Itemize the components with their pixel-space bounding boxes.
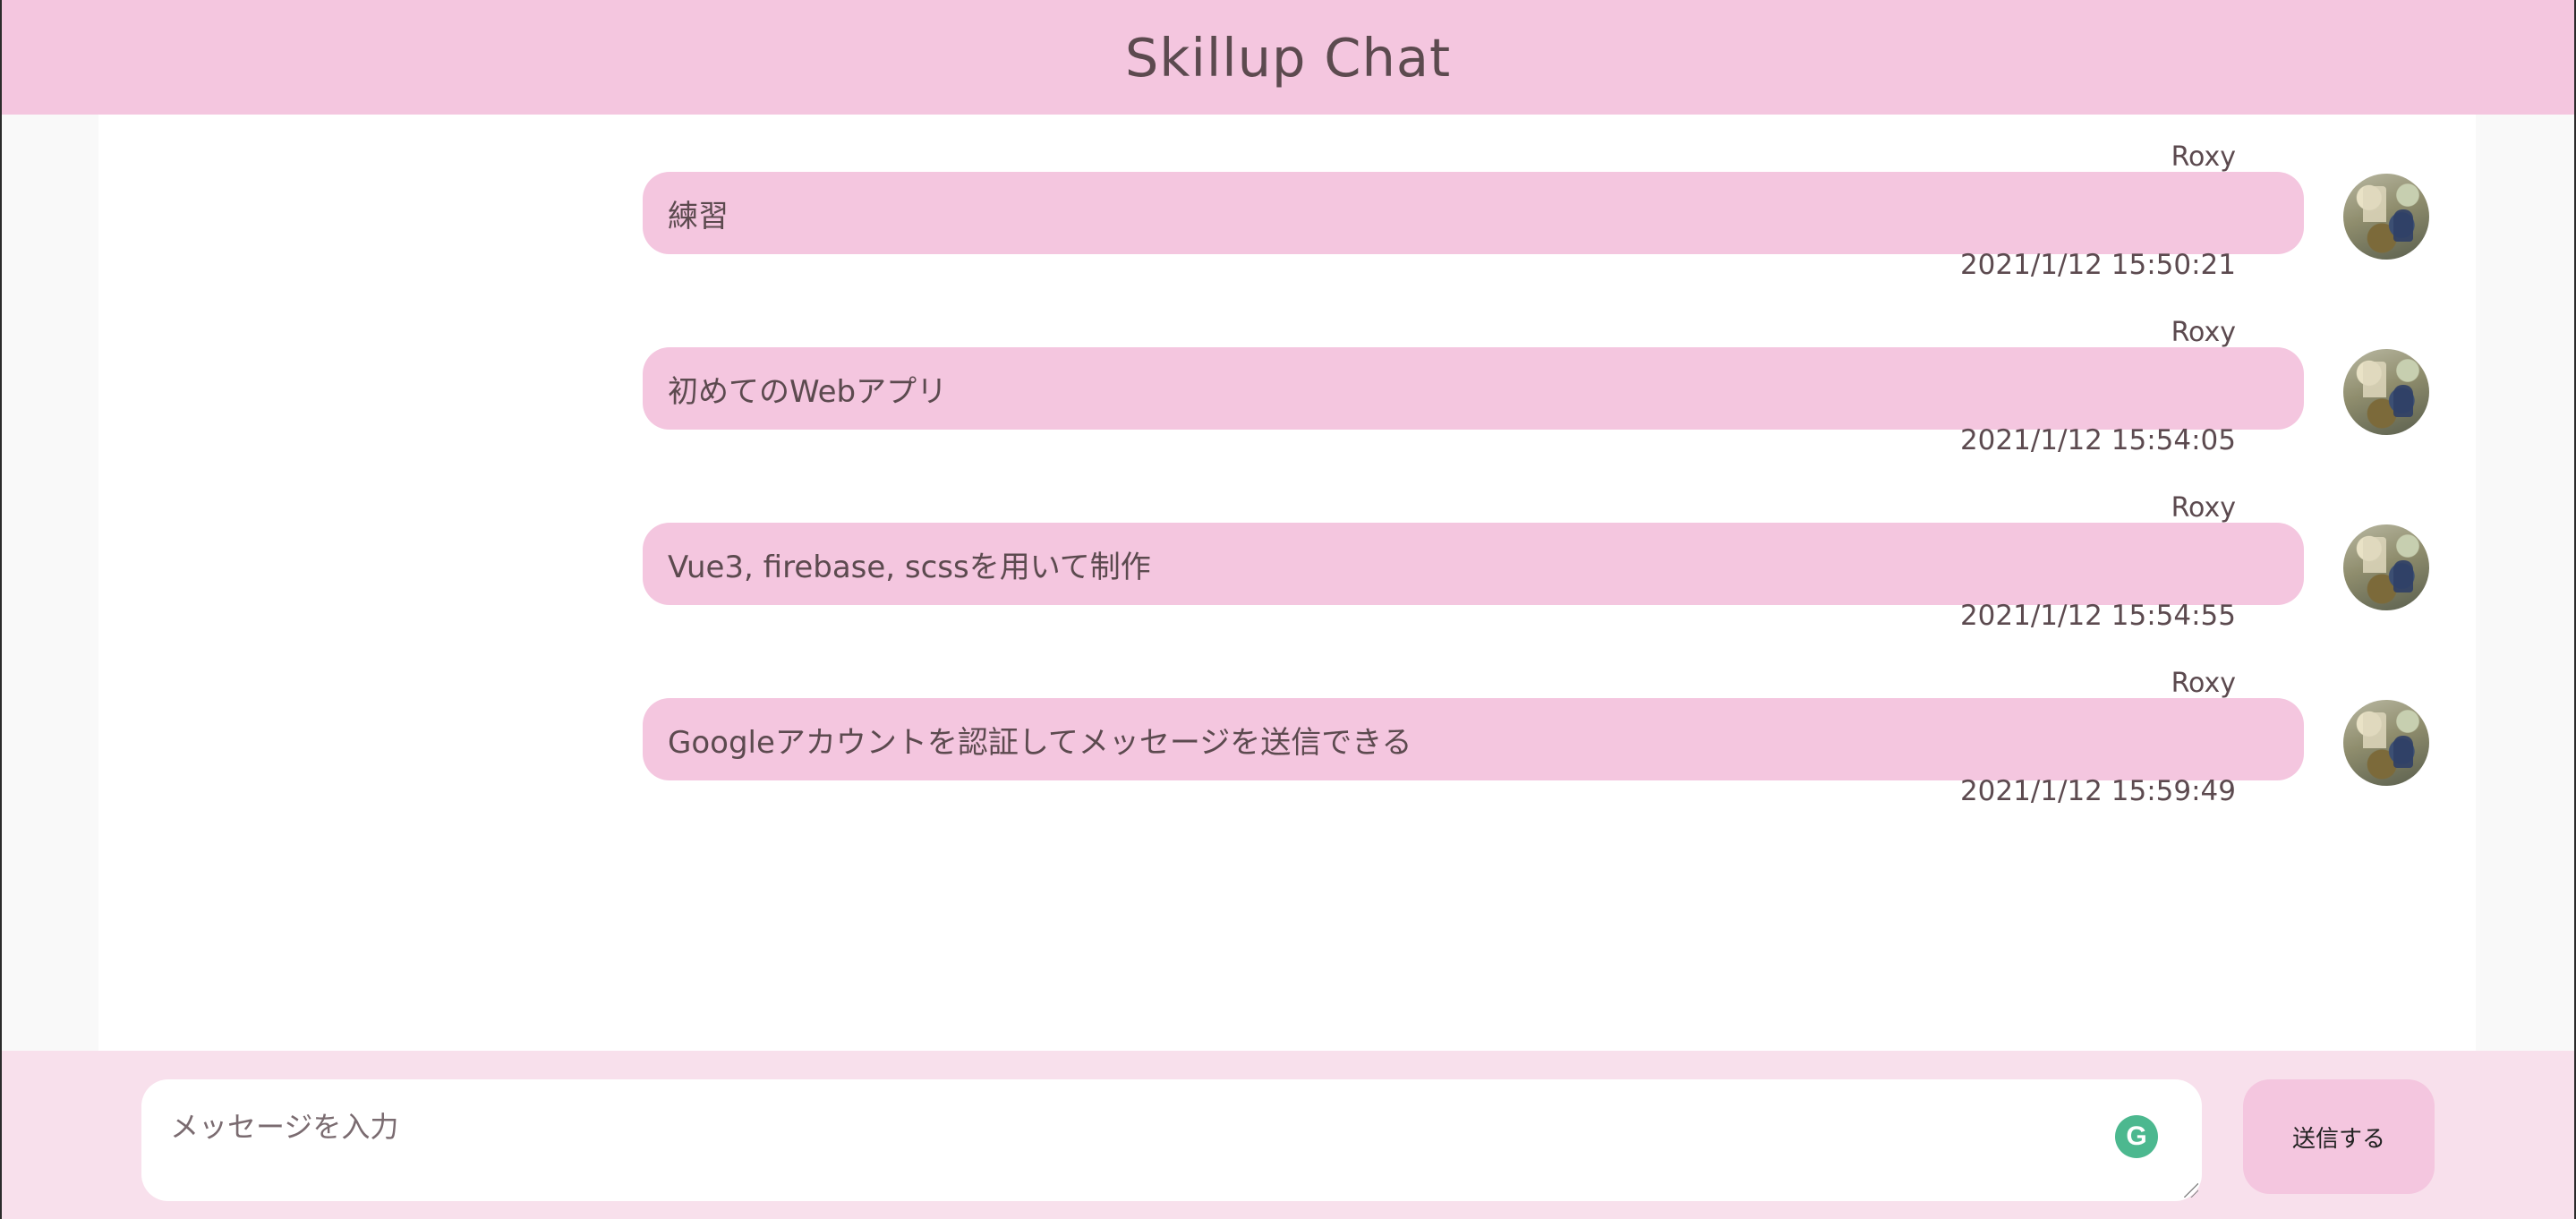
message-composer: G 送信する — [2, 1051, 2574, 1219]
message-input[interactable] — [141, 1079, 2202, 1201]
chat-message: Roxy 練習 2021/1/12 15:50:21 — [98, 125, 2476, 301]
app-header: Skillup Chat — [2, 0, 2574, 115]
avatar-castle-shape — [2363, 537, 2386, 573]
avatar-figure-shape — [2393, 209, 2413, 242]
message-bubble: Googleアカウントを認証してメッセージを送信できる — [643, 698, 2304, 780]
message-sender-name: Roxy — [2171, 668, 2236, 699]
message-input-wrapper: G — [141, 1079, 2202, 1201]
message-timestamp: 2021/1/12 15:59:49 — [1959, 775, 2236, 807]
message-sender-name: Roxy — [2171, 141, 2236, 173]
avatar-castle-shape — [2363, 186, 2386, 222]
avatar — [2343, 700, 2429, 786]
chat-message: Roxy 初めてのWebアプリ 2021/1/12 15:54:05 — [98, 301, 2476, 476]
avatar-castle-shape — [2363, 712, 2386, 748]
message-timestamp: 2021/1/12 15:54:05 — [1959, 424, 2236, 456]
avatar-figure-shape — [2393, 385, 2413, 417]
message-timestamp: 2021/1/12 15:54:55 — [1959, 600, 2236, 632]
avatar-castle-shape — [2363, 362, 2386, 397]
send-button[interactable]: 送信する — [2243, 1079, 2435, 1194]
avatar — [2343, 174, 2429, 260]
message-bubble: 初めてのWebアプリ — [643, 347, 2304, 430]
avatar — [2343, 524, 2429, 610]
message-sender-name: Roxy — [2171, 492, 2236, 524]
app-title: Skillup Chat — [1124, 26, 1452, 89]
message-sender-name: Roxy — [2171, 317, 2236, 348]
message-bubble: 練習 — [643, 172, 2304, 254]
grammarly-icon[interactable]: G — [2115, 1115, 2158, 1158]
avatar-figure-shape — [2393, 560, 2413, 592]
resize-handle-icon[interactable] — [2184, 1183, 2198, 1198]
avatar — [2343, 349, 2429, 435]
message-list: Roxy 練習 2021/1/12 15:50:21 Roxy 初めてのWebア… — [98, 115, 2476, 1051]
message-timestamp: 2021/1/12 15:50:21 — [1959, 249, 2236, 281]
chat-message: Roxy Googleアカウントを認証してメッセージを送信できる 2021/1/… — [98, 652, 2476, 827]
chat-message: Roxy Vue3, firebase, scssを用いて制作 2021/1/1… — [98, 476, 2476, 652]
message-bubble: Vue3, firebase, scssを用いて制作 — [643, 523, 2304, 605]
avatar-figure-shape — [2393, 736, 2413, 768]
window-edge-left — [0, 0, 2, 1219]
